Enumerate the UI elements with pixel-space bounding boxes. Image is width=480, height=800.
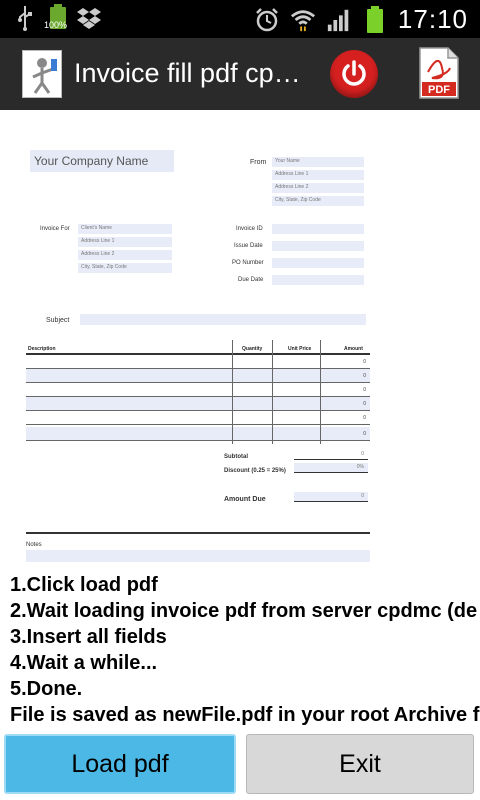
clock: 17:10 — [397, 4, 468, 34]
wifi-icon — [290, 6, 316, 34]
table-header: Description Quantity Unit Price Amount — [26, 345, 370, 355]
from-address1-field: Address Line 1 — [272, 170, 364, 180]
action-bar: Invoice fill pdf cp… PDF — [0, 38, 480, 110]
table-row: 0 — [26, 427, 370, 441]
issue-date-label: Issue Date — [234, 243, 263, 249]
due-date-label: Due Date — [238, 277, 264, 283]
client-city-field: City, State, Zip Code — [78, 263, 172, 273]
power-icon — [342, 60, 366, 86]
instruction-line: 4.Wait a while... — [10, 652, 158, 674]
alarm-icon — [254, 6, 280, 34]
issue-date-field — [272, 241, 364, 251]
discount-field: 0% — [294, 463, 368, 473]
from-address2-field: Address Line 2 — [272, 183, 364, 193]
load-pdf-button[interactable]: Load pdf — [4, 734, 236, 794]
invoice-preview: Your Company Name From Your Name Address… — [24, 140, 372, 570]
usb-icon — [12, 4, 38, 32]
pdf-label: PDF — [428, 84, 450, 96]
instructions: 1.Click load pdf 2.Wait loading invoice … — [10, 572, 480, 728]
instruction-line: 1.Click load pdf — [10, 574, 158, 596]
invoice-for-label: Invoice For — [40, 226, 70, 232]
table-row: 0 — [26, 411, 370, 425]
col-amount: Amount — [344, 346, 363, 352]
table-divider — [272, 340, 273, 444]
company-name-field: Your Company Name — [30, 150, 174, 172]
app-icon — [22, 50, 62, 98]
battery-icon — [362, 5, 388, 34]
subject-field — [80, 314, 366, 325]
po-number-field — [272, 258, 364, 268]
notes-label: Notes — [26, 542, 42, 548]
battery-small-icon: 100% — [44, 4, 67, 32]
discount-label: Discount (0.25 = 25%) — [224, 468, 286, 474]
from-name-field: Your Name — [272, 157, 364, 167]
instruction-line: 3.Insert all fields — [10, 626, 167, 648]
col-unit-price: Unit Price — [288, 346, 312, 352]
status-bar: 100% 17:10 — [0, 0, 480, 38]
notes-field — [26, 550, 370, 562]
from-city-field: City, State, Zip Code — [272, 196, 364, 206]
client-address1-field: Address Line 1 — [78, 237, 172, 247]
client-address2-field: Address Line 2 — [78, 250, 172, 260]
power-button[interactable] — [330, 50, 378, 98]
invoice-id-label: Invoice ID — [236, 226, 263, 232]
table-row: 0 — [26, 397, 370, 411]
col-quantity: Quantity — [242, 346, 263, 352]
instruction-line: File is saved as newFile.pdf in your roo… — [10, 704, 480, 726]
pdf-icon: PDF — [419, 47, 459, 99]
client-name-field: Client's Name — [78, 224, 172, 234]
due-date-field — [272, 275, 364, 285]
amount-due-label: Amount Due — [224, 496, 266, 503]
table-row: 0 — [26, 369, 370, 383]
pdf-button[interactable]: PDF — [418, 46, 460, 100]
po-number-label: PO Number — [232, 260, 264, 266]
col-description: Description — [28, 346, 56, 352]
dropbox-icon — [76, 4, 102, 32]
app-title: Invoice fill pdf cp… — [74, 58, 301, 88]
amount-due-field: 0 — [294, 492, 368, 502]
instruction-line: 5.Done. — [10, 678, 83, 700]
table-divider — [232, 340, 233, 444]
subtotal-label: Subtotal — [224, 454, 248, 460]
from-label: From — [250, 159, 267, 166]
table-row: 0 — [26, 383, 370, 397]
table-divider — [320, 340, 321, 444]
table-row: 0 — [26, 355, 370, 369]
battery-percent: 100% — [44, 20, 68, 30]
subject-label: Subject — [46, 317, 70, 324]
exit-button[interactable]: Exit — [246, 734, 474, 794]
invoice-id-field — [272, 224, 364, 234]
notes-divider — [26, 532, 370, 534]
signal-icon — [326, 6, 352, 34]
subtotal-field: 0 — [294, 450, 368, 460]
instruction-line: 2.Wait loading invoice pdf from server c… — [10, 600, 478, 622]
